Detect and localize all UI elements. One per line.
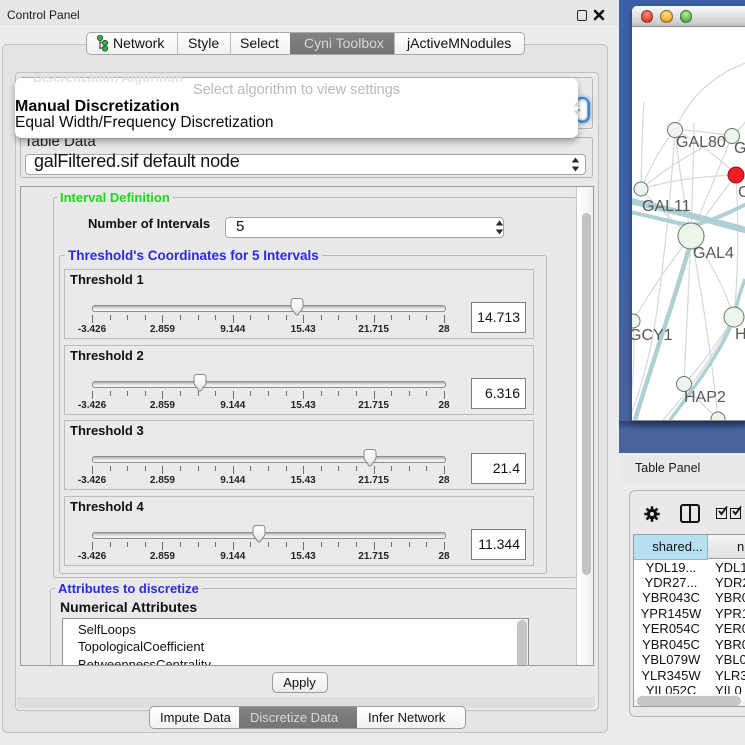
svg-text:GAL80: GAL80: [676, 134, 726, 151]
svg-text:CC: CC: [738, 184, 745, 201]
svg-text:GAL4: GAL4: [693, 245, 734, 262]
svg-text:GCY1: GCY1: [632, 327, 673, 344]
svg-text:HA: HA: [735, 326, 745, 343]
svg-text:HAP2: HAP2: [684, 389, 726, 406]
svg-text:GAL11: GAL11: [642, 198, 691, 215]
svg-text:GA: GA: [734, 140, 745, 157]
